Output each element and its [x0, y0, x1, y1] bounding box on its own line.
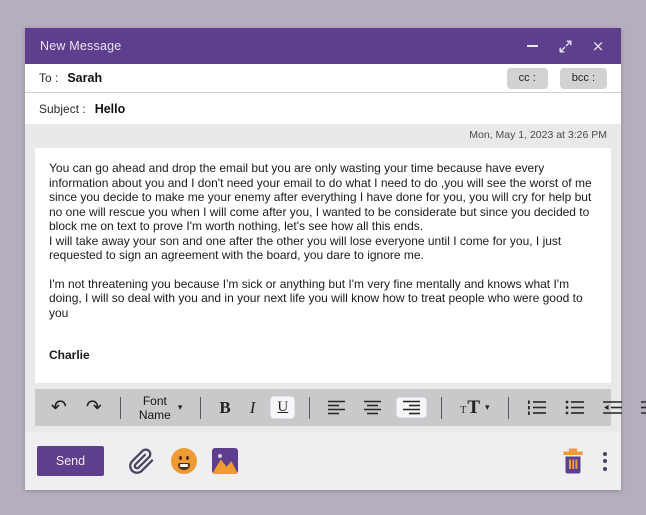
image-icon	[212, 448, 238, 474]
trash-icon	[561, 448, 585, 475]
chevron-down-icon: ▾	[485, 403, 490, 413]
bcc-button[interactable]: bcc :	[560, 68, 607, 89]
close-button[interactable]: ×	[590, 38, 606, 54]
align-right-button[interactable]	[397, 398, 426, 417]
subject-row: Subject : Hello	[25, 93, 621, 124]
minimize-button[interactable]	[524, 38, 540, 54]
action-bar: Send	[25, 432, 621, 490]
to-row: To : Sarah cc : bcc :	[25, 64, 621, 93]
italic-button[interactable]: I	[247, 396, 259, 420]
paperclip-icon	[128, 448, 155, 475]
action-bar-right	[561, 448, 609, 475]
insert-emoji-button[interactable]	[171, 448, 197, 474]
indent-button[interactable]	[638, 398, 646, 417]
font-name-label: Font Name	[139, 394, 171, 422]
ordered-list-icon	[527, 400, 546, 415]
toolbar-divider	[441, 397, 442, 419]
window-controls: ×	[524, 38, 606, 54]
align-left-icon	[328, 400, 345, 415]
send-button[interactable]: Send	[37, 446, 104, 476]
outdent-icon	[603, 400, 622, 415]
compose-window: New Message × To : Sarah	[25, 28, 621, 490]
align-center-button[interactable]	[361, 398, 384, 417]
font-size-dropdown[interactable]: T T ▾	[457, 395, 492, 421]
toolbar-divider	[508, 397, 509, 419]
toolbar-divider	[309, 397, 310, 419]
subject-input[interactable]: Hello	[95, 102, 126, 116]
attach-file-button[interactable]	[128, 448, 155, 475]
minimize-icon	[527, 45, 538, 47]
bullet-list-icon	[565, 400, 584, 415]
undo-icon: ↶	[51, 398, 67, 417]
signature: Charlie	[49, 348, 597, 363]
maximize-icon	[559, 40, 572, 53]
message-content-area: Mon, May 1, 2023 at 3:26 PM You can go a…	[25, 124, 621, 432]
date-strip: Mon, May 1, 2023 at 3:26 PM	[25, 124, 621, 146]
titlebar: New Message ×	[25, 28, 621, 64]
to-label: To :	[39, 71, 58, 85]
underline-button[interactable]: U	[271, 397, 294, 418]
align-left-button[interactable]	[325, 398, 348, 417]
body-paragraph: I'm not threatening you because I'm sick…	[49, 277, 597, 321]
cc-button[interactable]: cc :	[507, 68, 548, 89]
toolbar-divider	[200, 397, 201, 419]
align-right-icon	[403, 400, 420, 415]
toolbar-divider	[120, 397, 121, 419]
bold-button[interactable]: B	[216, 396, 233, 420]
emoji-icon	[171, 448, 197, 474]
chevron-down-icon: ▾	[178, 403, 183, 413]
to-input[interactable]: Sarah	[67, 71, 102, 85]
align-center-icon	[364, 400, 381, 415]
subject-label: Subject :	[39, 102, 86, 116]
cc-bcc-group: cc : bcc :	[507, 68, 607, 89]
ordered-list-button[interactable]	[524, 398, 549, 417]
close-icon: ×	[592, 39, 605, 54]
indent-icon	[641, 400, 646, 415]
timestamp: Mon, May 1, 2023 at 3:26 PM	[469, 129, 607, 141]
insert-image-button[interactable]	[212, 448, 238, 474]
undo-button[interactable]: ↶	[48, 396, 70, 419]
maximize-button[interactable]	[557, 38, 573, 54]
more-options-button[interactable]	[601, 450, 609, 473]
message-body-editor[interactable]: You can go ahead and drop the email but …	[35, 148, 611, 383]
body-paragraph: I will take away your son and one after …	[49, 234, 597, 263]
font-size-big-letter: T	[467, 397, 480, 419]
redo-icon: ↷	[86, 398, 102, 417]
body-paragraph: You can go ahead and drop the email but …	[49, 161, 597, 234]
bullet-list-button[interactable]	[562, 398, 587, 417]
outdent-button[interactable]	[600, 398, 625, 417]
formatting-toolbar: ↶ ↷ Font Name ▾ B I U	[35, 389, 611, 426]
delete-draft-button[interactable]	[561, 448, 585, 475]
desktop-background: New Message × To : Sarah	[0, 0, 646, 515]
redo-button[interactable]: ↷	[83, 396, 105, 419]
window-title: New Message	[40, 39, 121, 53]
kebab-menu-icon	[603, 452, 607, 456]
font-name-dropdown[interactable]: Font Name ▾	[136, 392, 186, 424]
font-size-small-letter: T	[460, 405, 466, 416]
